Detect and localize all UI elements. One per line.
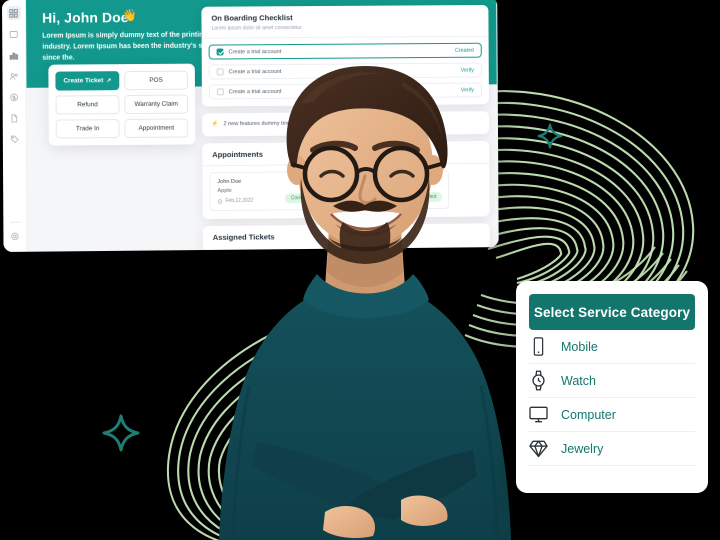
service-item-mobile[interactable]: Mobile (529, 330, 695, 364)
service-item-computer[interactable]: Computer (529, 398, 695, 432)
sidebar-item-reports[interactable] (7, 48, 21, 62)
mobile-icon (529, 337, 548, 356)
onboarding-header: On Boarding Checklist Lorem ipsum dolor … (201, 5, 488, 38)
sidebar-item-documents[interactable] (7, 111, 21, 125)
select-service-category-button[interactable]: Select Service Category (529, 294, 695, 330)
onboarding-subtitle: Lorem ipsum dolor sit amet consectetur. (211, 25, 303, 32)
watch-icon (529, 370, 548, 391)
greeting-title: Hi, John Doe (42, 9, 129, 26)
sidebar-item-dashboard[interactable] (6, 5, 21, 20)
sidebar-item-inbox[interactable] (7, 27, 21, 41)
sidebar-item-settings[interactable] (8, 229, 22, 243)
appointment-button[interactable]: Appointment (124, 118, 189, 138)
create-ticket-button[interactable]: Create Ticket ↗ (55, 71, 120, 91)
onboarding-title: On Boarding Checklist (211, 13, 293, 23)
person-photo (219, 66, 511, 540)
refund-button[interactable]: Refund (55, 95, 120, 115)
quick-actions-card: Create Ticket ↗ POS Refund Warranty Clai… (48, 63, 196, 146)
sidebar-divider (9, 221, 20, 223)
sidebar-item-customers[interactable] (7, 69, 21, 83)
service-label-jewelry: Jewelry (561, 441, 604, 456)
warranty-claim-button[interactable]: Warranty Claim (124, 94, 189, 115)
wave-emoji-icon: 👋 (121, 8, 137, 23)
sparkle-icon-large (100, 412, 142, 459)
external-arrow-icon: ↗ (106, 78, 112, 85)
trade-in-button[interactable]: Trade In (55, 119, 120, 139)
quick-actions-grid: Create Ticket ↗ POS Refund Warranty Clai… (55, 70, 189, 139)
service-label-watch: Watch (561, 373, 596, 388)
hero-illustration-stage: Hi, John Doe 👋 Lorem Ipsum is simply dum… (0, 0, 720, 540)
service-item-jewelry[interactable]: Jewelry (529, 432, 695, 466)
jewelry-icon (529, 439, 548, 458)
service-label-computer: Computer (561, 407, 616, 422)
service-label-mobile: Mobile (561, 339, 598, 354)
service-category-card: Select Service Category Mobile Watch Com… (516, 281, 708, 493)
sidebar-item-tags[interactable] (7, 132, 21, 146)
sidebar-item-billing[interactable] (7, 90, 21, 104)
computer-icon (529, 406, 548, 423)
sparkle-icon-small (536, 122, 564, 155)
service-item-watch[interactable]: Watch (529, 364, 695, 398)
pos-button[interactable]: POS (124, 70, 188, 91)
app-sidebar[interactable] (2, 0, 28, 252)
create-ticket-label: Create Ticket (63, 77, 104, 85)
